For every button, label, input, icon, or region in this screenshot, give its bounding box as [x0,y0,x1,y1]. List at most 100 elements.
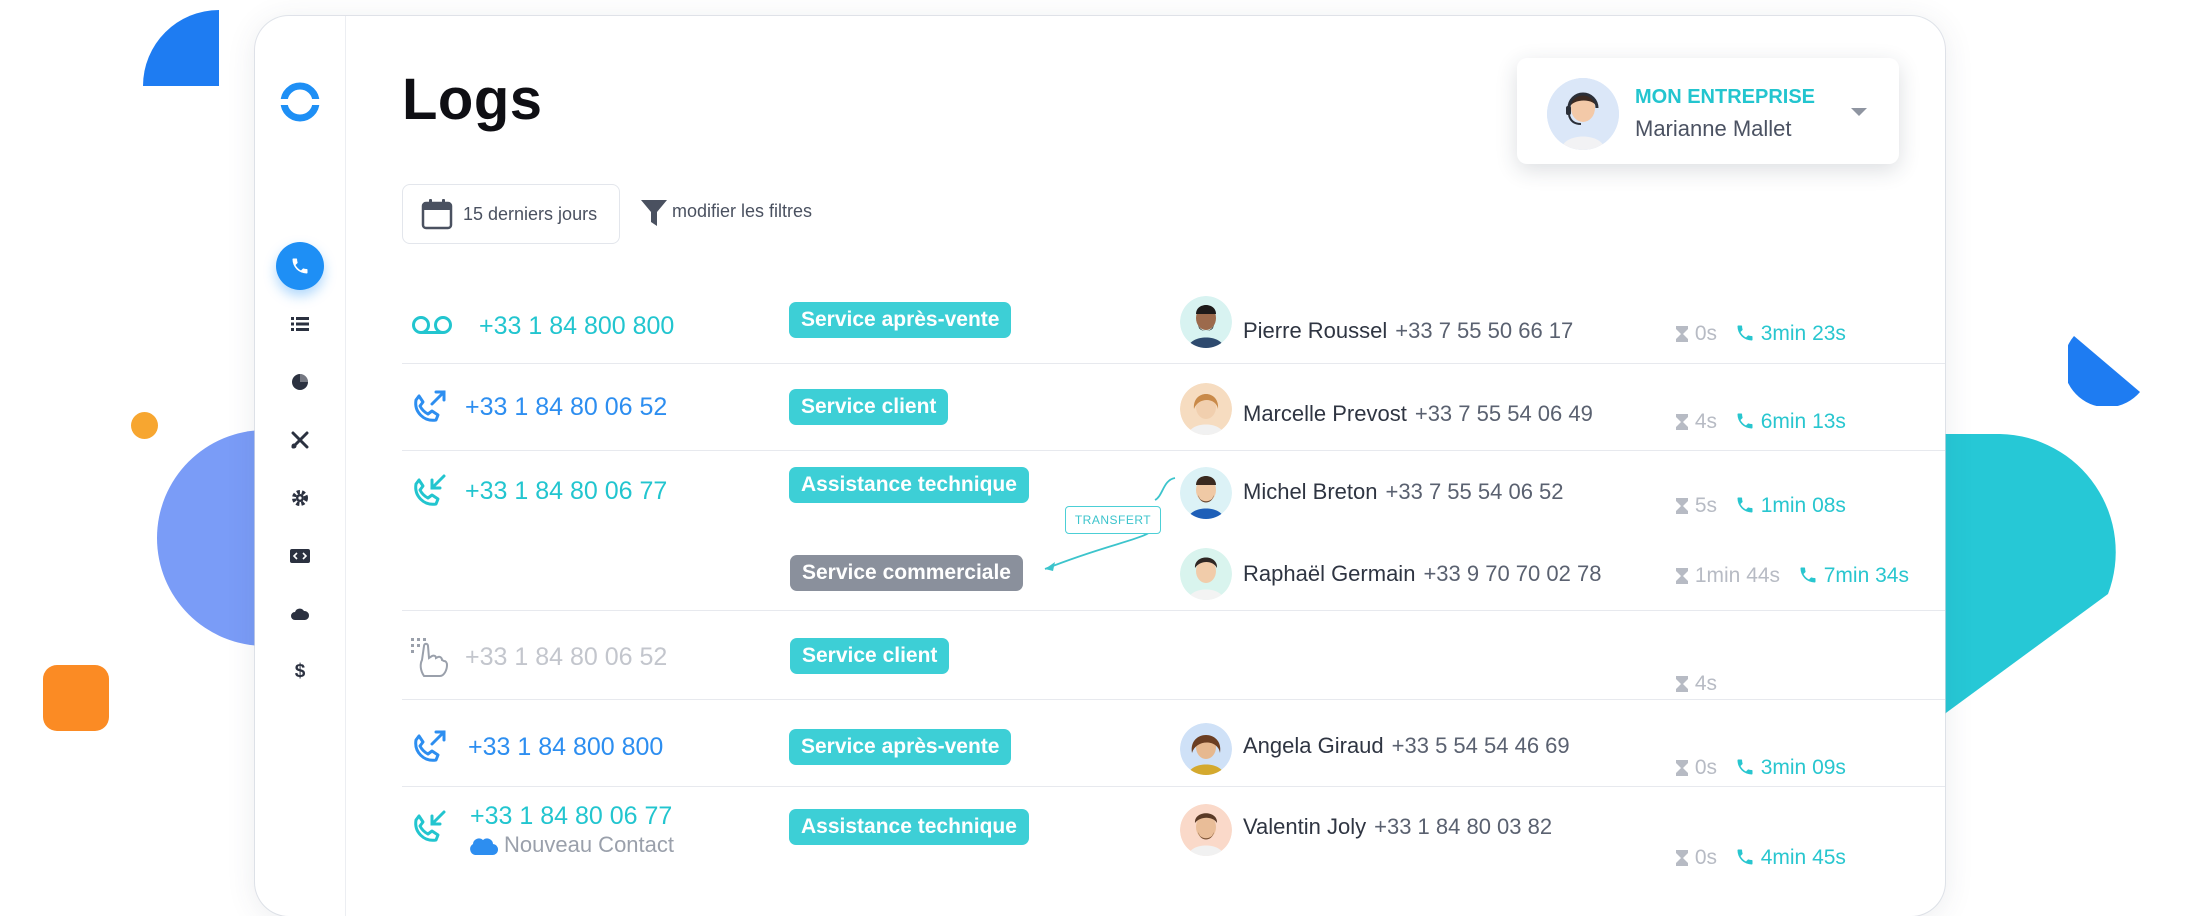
sidebar: $ [255,16,346,916]
wait-time: 4s [1694,672,1718,695]
decor-blue-wedge [2068,336,2140,406]
row-divider [402,363,1945,364]
hourglass-icon [1676,850,1688,866]
phone-icon [1737,497,1753,513]
wait-time: 4s [1694,410,1718,433]
decor-blue-quarter [143,10,219,86]
service-tag[interactable]: Assistance technique [789,809,1029,845]
caller-number[interactable]: +33 1 84 80 06 52 [465,393,667,422]
modify-filters-button[interactable]: modifier les filtres [640,199,812,234]
outgoing-call-icon [414,730,446,762]
sidebar-item-settings[interactable] [276,474,324,522]
decor-orange-square [43,665,109,731]
caller-number[interactable]: +33 1 84 80 06 77 [465,477,667,506]
call-durations: 4s [1675,672,1717,696]
dollar-icon: $ [294,661,306,682]
service-tag[interactable]: Service client [790,638,950,674]
phone-icon [1800,567,1816,583]
call-durations: 0s 4min 45s [1675,846,1846,870]
phone-icon [1737,849,1753,865]
hourglass-icon [1676,498,1688,514]
sidebar-item-billing[interactable]: $ [276,648,324,696]
call-durations: 4s 6min 13s [1675,410,1846,434]
avatar [1180,804,1232,856]
service-tag[interactable]: Assistance technique [789,467,1029,503]
agent-name[interactable]: Angela Giraud [1243,733,1384,758]
talk-time: 4min 45s [1760,846,1846,869]
wait-time: 0s [1694,322,1718,345]
outgoing-call-icon [414,390,446,422]
agent-info: Raphaël Germain +33 9 70 70 02 78 [1243,561,1601,587]
date-range-label: 15 derniers jours [463,204,598,224]
ivr-icon [411,638,449,677]
app-logo-icon[interactable] [276,78,324,126]
phone-icon [1737,759,1753,775]
incoming-call-icon [414,474,446,506]
account-switcher[interactable]: MON ENTREPRISE Marianne Mallet [1517,58,1899,164]
avatar [1180,548,1232,600]
date-range-button[interactable]: 15 derniers jours [402,184,620,244]
phone-icon [292,258,308,274]
avatar [1547,78,1619,150]
code-icon [290,549,310,563]
hourglass-icon [1676,414,1688,430]
agent-phone: +33 9 70 70 02 78 [1423,561,1602,586]
row-divider [402,610,1945,611]
agent-phone: +33 7 55 54 06 52 [1385,479,1564,504]
service-tag[interactable]: Service après-vente [789,729,1012,765]
agent-phone: +33 7 55 54 06 49 [1414,401,1593,426]
settings-icon [292,490,308,506]
avatar [1180,467,1232,519]
service-tag[interactable]: Service commerciale [790,555,1023,591]
call-durations: 0s 3min 23s [1675,322,1846,346]
service-tag[interactable]: Service après-vente [789,302,1012,338]
wait-time: 0s [1694,756,1718,779]
pie-chart-icon [292,374,308,390]
logs-panel: $ Logs MON ENTREPRISE Marianne Mallet 15… [255,16,1945,916]
agent-info: Pierre Roussel +33 7 55 50 66 17 [1243,318,1573,344]
hourglass-icon [1676,326,1688,342]
agent-name[interactable]: Marcelle Prevost [1243,401,1407,426]
incoming-call-icon [414,810,446,842]
list-icon [291,317,309,331]
sidebar-item-tools[interactable] [276,416,324,464]
avatar [1180,296,1232,348]
agent-info: Valentin Joly +33 1 84 80 03 82 [1243,814,1552,840]
tools-icon [291,431,309,449]
caller-number[interactable]: +33 1 84 80 06 77 [470,802,672,831]
agent-name[interactable]: Valentin Joly [1243,814,1366,839]
sidebar-item-stats[interactable] [276,358,324,406]
call-durations: 0s 3min 09s [1675,756,1846,780]
agent-name[interactable]: Michel Breton [1243,479,1378,504]
hourglass-icon [1676,760,1688,776]
agent-name[interactable]: Raphaël Germain [1243,561,1415,586]
salesforce-cloud-icon [470,838,499,856]
user-name: Marianne Mallet [1635,116,1792,141]
wait-time: 0s [1694,846,1718,869]
wait-time: 1min 44s [1694,564,1781,587]
caller-number[interactable]: +33 1 84 80 06 52 [465,643,667,672]
row-divider [402,699,1945,700]
sidebar-item-list[interactable] [276,300,324,348]
caller-number[interactable]: +33 1 84 800 800 [479,312,674,341]
sidebar-item-integrations[interactable] [276,532,324,580]
cloud-icon [291,608,310,620]
filter-icon [641,200,667,226]
agent-phone: +33 7 55 50 66 17 [1395,318,1574,343]
sidebar-item-cloud[interactable] [276,590,324,638]
talk-time: 6min 13s [1760,410,1846,433]
calendar-icon [421,199,453,230]
service-tag[interactable]: Service client [789,389,949,425]
chevron-down-icon [1851,108,1867,116]
agent-phone: +33 1 84 80 03 82 [1374,814,1553,839]
agent-info: Michel Breton +33 7 55 54 06 52 [1243,479,1564,505]
caller-number[interactable]: +33 1 84 800 800 [468,733,663,762]
modify-filters-label: modifier les filtres [672,201,813,221]
contact-link[interactable]: Nouveau Contact [468,832,674,858]
talk-time: 7min 34s [1823,564,1909,587]
agent-name[interactable]: Pierre Roussel [1243,318,1387,343]
hourglass-icon [1676,568,1688,584]
sidebar-item-calls[interactable] [276,242,324,290]
transfer-label: TRANSFERT [1065,506,1161,534]
agent-info: Marcelle Prevost +33 7 55 54 06 49 [1243,401,1593,427]
